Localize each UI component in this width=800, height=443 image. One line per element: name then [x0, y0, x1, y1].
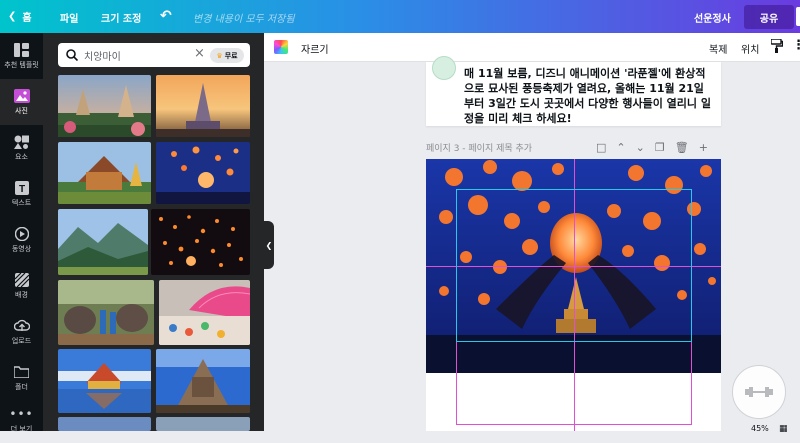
- selection-box[interactable]: [456, 189, 692, 342]
- photo-thumb-mountains[interactable]: [58, 209, 148, 275]
- topbar-edge: [796, 7, 800, 26]
- rail-label-more: 더 보기: [10, 424, 33, 433]
- rail-item-more[interactable]: ••• 더 보기: [0, 397, 43, 443]
- crown-icon: ♛: [216, 51, 223, 60]
- duplicate-button[interactable]: 복제: [709, 41, 727, 56]
- photo-thumb-pagoda-sunset[interactable]: [156, 75, 250, 137]
- photo-thumb-pagodas[interactable]: [58, 75, 151, 137]
- top-bar: ❮ 홈 파일 크기 조정 ↶ 변경 내용이 모두 저장됨 선운정사 공유: [0, 0, 800, 33]
- rail-item-upload[interactable]: 업로드: [0, 309, 43, 355]
- home-button[interactable]: ❮ 홈: [8, 9, 32, 24]
- photo-thumb-temple[interactable]: [58, 142, 151, 204]
- photo-thumb-royal-pavilion[interactable]: [58, 349, 151, 413]
- search-icon: [66, 49, 78, 61]
- rail-item-folder[interactable]: 폴더: [0, 355, 43, 401]
- grid-view-icon[interactable]: ▦: [779, 424, 788, 434]
- more-icon: •••: [9, 406, 34, 421]
- home-label: 홈: [22, 13, 32, 24]
- add-page-icon[interactable]: +: [699, 141, 708, 154]
- photo-thumb-partial-1[interactable]: [58, 417, 151, 431]
- page-2-body-text[interactable]: 매 11월 보름, 디즈니 애니메이션 '라푼젤'에 환상적으로 묘사된 풍등축…: [464, 66, 714, 126]
- rail-label-elements: 요소: [15, 152, 28, 161]
- page-2[interactable]: 매 11월 보름, 디즈니 애니메이션 '라푼젤'에 환상적으로 묘사된 풍등축…: [426, 56, 721, 126]
- page-3-title[interactable]: 페이지 3 - 페이지 제목 추가: [426, 141, 532, 154]
- chevron-left-icon: ❮: [8, 11, 17, 22]
- guide-right-edge: [691, 342, 692, 425]
- resize-menu[interactable]: 크기 조정: [101, 10, 141, 25]
- folder-icon: [14, 365, 30, 379]
- chevron-left-icon: ❮: [265, 240, 273, 250]
- note-icon[interactable]: □: [596, 141, 606, 154]
- more-options-icon[interactable]: ⋮: [792, 38, 800, 53]
- photo-icon: [13, 88, 30, 103]
- guide-left-edge: [456, 342, 457, 425]
- text-icon: T: [14, 180, 30, 195]
- rail-label-photos: 사진: [15, 106, 28, 115]
- save-status: 변경 내용이 모두 저장됨: [193, 14, 295, 25]
- rail-label-text: 텍스트: [11, 198, 32, 207]
- collapse-panel-handle[interactable]: ❮: [264, 221, 274, 269]
- left-rail: 추천 템플릿 사진 요소 T 텍스트 동영상 배경 업로드 폴더 ••• 더 보…: [0, 33, 43, 433]
- photo-thumb-ruin-temple[interactable]: [156, 349, 250, 413]
- chevron-down-icon[interactable]: ⌄: [636, 141, 645, 154]
- video-icon: [14, 226, 30, 241]
- share-button[interactable]: 공유: [744, 5, 794, 29]
- rail-label-folder: 폴더: [15, 382, 28, 391]
- search-input[interactable]: 치앙마이 × ♛ 무료: [58, 43, 250, 67]
- rail-item-text[interactable]: T 텍스트: [0, 171, 43, 217]
- dumbbell-icon: [745, 387, 773, 397]
- guide-bottom-edge: [456, 424, 692, 425]
- background-icon: [14, 272, 30, 287]
- avatar: [432, 56, 456, 80]
- clear-search-icon[interactable]: ×: [194, 46, 205, 61]
- rail-item-background[interactable]: 배경: [0, 263, 43, 309]
- crop-button[interactable]: 자르기: [301, 41, 329, 56]
- free-badge-label: 무료: [224, 51, 238, 60]
- help-widget[interactable]: [732, 365, 786, 419]
- photo-thumb-umbrella[interactable]: [159, 280, 250, 345]
- trash-icon[interactable]: 🗑: [675, 141, 689, 154]
- editor-toolbar: 자르기 복제 위치 ⋮: [264, 33, 800, 62]
- photo-thumb-night-lanterns[interactable]: [151, 209, 250, 275]
- color-picker-icon[interactable]: [274, 40, 288, 54]
- page-3-tools: □ ⌃ ⌄ ❐ 🗑 +: [596, 141, 708, 154]
- svg-text:T: T: [18, 184, 24, 195]
- photo-thumb-partial-2[interactable]: [156, 417, 250, 431]
- rail-item-elements[interactable]: 요소: [0, 125, 43, 171]
- rail-label-upload: 업로드: [11, 336, 32, 345]
- photo-thumb-elephants[interactable]: [58, 280, 154, 345]
- paint-roller-icon[interactable]: [770, 38, 784, 56]
- elements-icon: [14, 135, 30, 149]
- account-name[interactable]: 선운정사: [694, 10, 731, 25]
- chevron-up-icon[interactable]: ⌃: [616, 141, 625, 154]
- rail-label-background: 배경: [15, 290, 28, 299]
- zoom-level[interactable]: 45%: [751, 424, 769, 433]
- position-button[interactable]: 위치: [741, 41, 759, 56]
- template-icon: [14, 42, 30, 57]
- copy-page-icon[interactable]: ❐: [655, 141, 665, 154]
- search-value: 치앙마이: [84, 52, 121, 63]
- free-filter-badge[interactable]: ♛ 무료: [210, 48, 244, 63]
- rail-item-photos[interactable]: 사진: [0, 79, 43, 125]
- photo-panel: 치앙마이 × ♛ 무료: [43, 33, 264, 431]
- file-menu[interactable]: 파일: [60, 10, 78, 25]
- upload-icon: [13, 319, 30, 333]
- photo-thumb-lanterns-release[interactable]: [156, 142, 250, 204]
- rail-label-video: 동영상: [11, 244, 32, 253]
- undo-icon[interactable]: ↶: [160, 8, 172, 24]
- rail-item-video[interactable]: 동영상: [0, 217, 43, 263]
- rail-item-templates[interactable]: 추천 템플릿: [0, 33, 43, 79]
- rail-label-templates: 추천 템플릿: [4, 60, 39, 69]
